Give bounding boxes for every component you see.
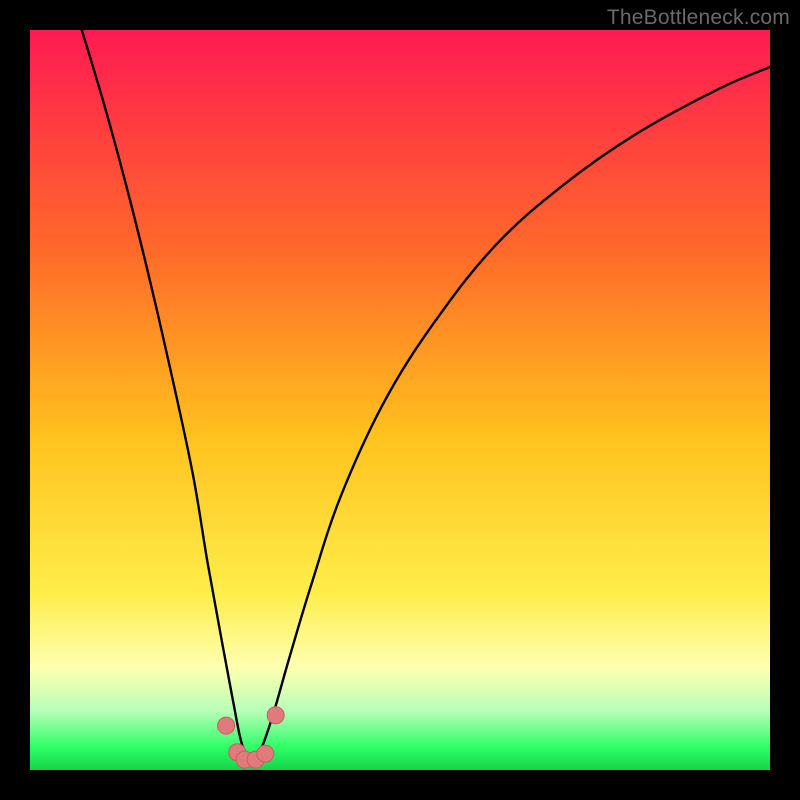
bottleneck-chart bbox=[30, 30, 770, 770]
highlight-point bbox=[257, 745, 274, 762]
gradient-background bbox=[30, 30, 770, 770]
plot-frame bbox=[30, 30, 770, 770]
watermark-text: TheBottleneck.com bbox=[607, 6, 790, 30]
highlight-point bbox=[218, 717, 235, 734]
highlight-point bbox=[267, 707, 284, 724]
